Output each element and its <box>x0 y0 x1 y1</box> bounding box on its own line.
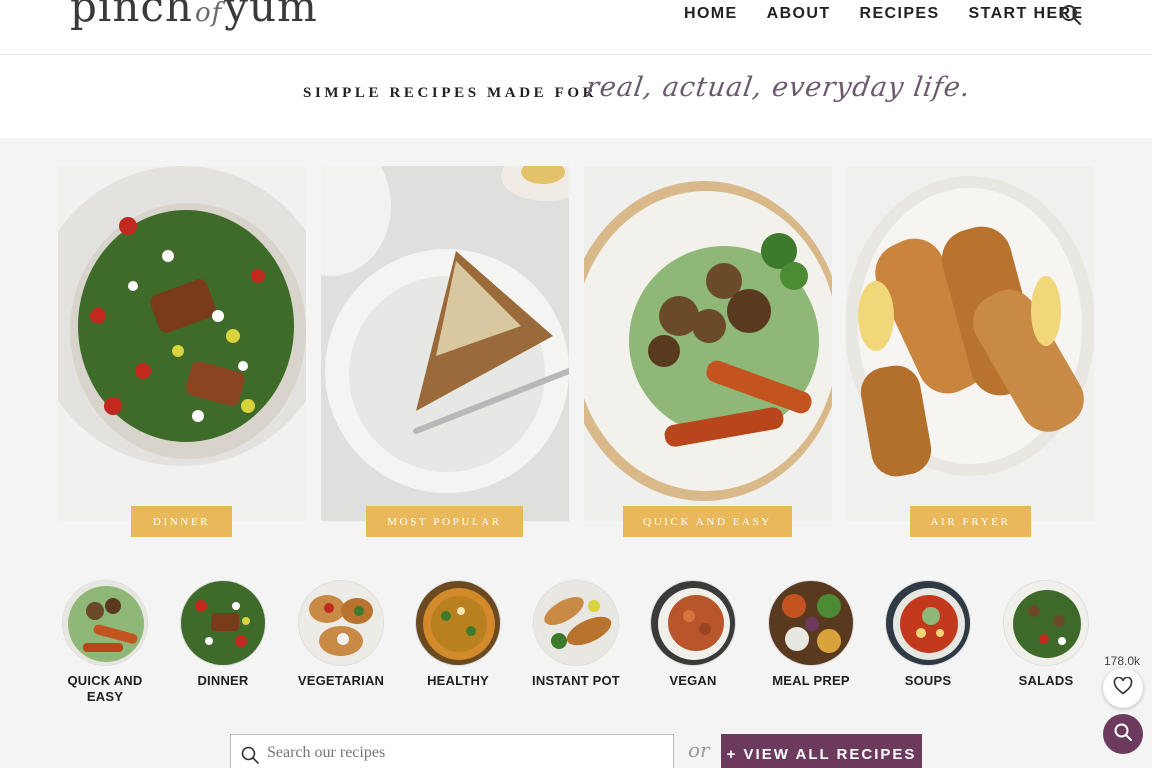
search-icon <box>241 746 259 764</box>
recipe-search-box[interactable] <box>230 734 674 768</box>
nav-home[interactable]: HOME <box>684 5 738 23</box>
recipe-search-input[interactable] <box>267 744 657 762</box>
tagline-script: real, actual, everyday life. <box>583 72 973 103</box>
floating-search-button[interactable] <box>1103 714 1143 754</box>
category-label: SALADS <box>1018 673 1074 688</box>
meal-prep-thumbnail[interactable] <box>768 580 854 666</box>
search-icon <box>1114 723 1132 746</box>
category-instant-pot[interactable]: INSTANT POT <box>526 580 626 689</box>
feature-card-dinner[interactable]: DINNER <box>58 166 306 537</box>
nav-recipes[interactable]: RECIPES <box>860 5 940 23</box>
badge-quick-and-easy[interactable]: QUICK AND EASY <box>623 506 792 537</box>
soups-thumbnail[interactable] <box>885 580 971 666</box>
search-icon[interactable] <box>1060 4 1082 26</box>
category-label: MEAL PREP <box>772 673 850 688</box>
dinner-photo[interactable] <box>58 166 306 521</box>
heart-icon <box>1113 676 1133 700</box>
dinner-thumbnail[interactable] <box>180 580 266 666</box>
salads-thumbnail[interactable] <box>1003 580 1089 666</box>
category-label: INSTANT POT <box>532 673 620 688</box>
badge-air-fryer[interactable]: AIR FRYER <box>910 506 1031 537</box>
category-label: VEGETARIAN <box>297 673 385 688</box>
feature-card-air-fryer[interactable]: AIR FRYER <box>846 166 1094 537</box>
air-fryer-photo[interactable] <box>846 166 1094 521</box>
healthy-thumbnail[interactable] <box>415 580 501 666</box>
badge-dinner[interactable]: DINNER <box>131 506 232 537</box>
category-soups[interactable]: SOUPS <box>878 580 978 689</box>
vegetarian-thumbnail[interactable] <box>298 580 384 666</box>
favorites-count: 178.0k <box>1104 654 1141 668</box>
feature-card-most-popular[interactable]: MOST POPULAR <box>321 166 569 537</box>
vegan-thumbnail[interactable] <box>650 580 736 666</box>
site-header: pinchofyum HOME ABOUT RECIPES START HERE <box>0 0 1152 55</box>
category-label: QUICK AND EASY <box>67 673 143 704</box>
badge-most-popular[interactable]: MOST POPULAR <box>366 506 523 537</box>
tagline-text: SIMPLE RECIPES MADE FOR <box>303 85 598 101</box>
category-quick-and-easy[interactable]: QUICK AND EASY <box>55 580 155 705</box>
category-vegetarian[interactable]: VEGETARIAN <box>291 580 391 689</box>
category-healthy[interactable]: HEALTHY <box>408 580 508 689</box>
site-logo[interactable]: pinchofyum <box>70 0 318 31</box>
category-salads[interactable]: SALADS <box>996 580 1096 689</box>
most-popular-photo[interactable] <box>321 166 569 521</box>
main-nav: HOME ABOUT RECIPES START HERE <box>684 5 1084 23</box>
category-label: SOUPS <box>904 673 952 688</box>
favorite-button[interactable] <box>1103 668 1143 708</box>
category-label: HEALTHY <box>427 673 489 688</box>
view-all-recipes-button[interactable]: + VIEW ALL RECIPES <box>721 734 922 768</box>
feature-card-quick-and-easy[interactable]: QUICK AND EASY <box>584 166 832 537</box>
category-vegan[interactable]: VEGAN <box>643 580 743 689</box>
category-dinner[interactable]: DINNER <box>173 580 273 689</box>
category-label: DINNER <box>197 673 249 688</box>
instant-pot-thumbnail[interactable] <box>533 580 619 666</box>
nav-about[interactable]: ABOUT <box>767 5 831 23</box>
or-separator: or <box>688 738 710 762</box>
category-meal-prep[interactable]: MEAL PREP <box>761 580 861 689</box>
quick-and-easy-photo[interactable] <box>584 166 832 521</box>
category-label: VEGAN <box>669 673 717 688</box>
quick-and-easy-thumbnail[interactable] <box>62 580 148 666</box>
